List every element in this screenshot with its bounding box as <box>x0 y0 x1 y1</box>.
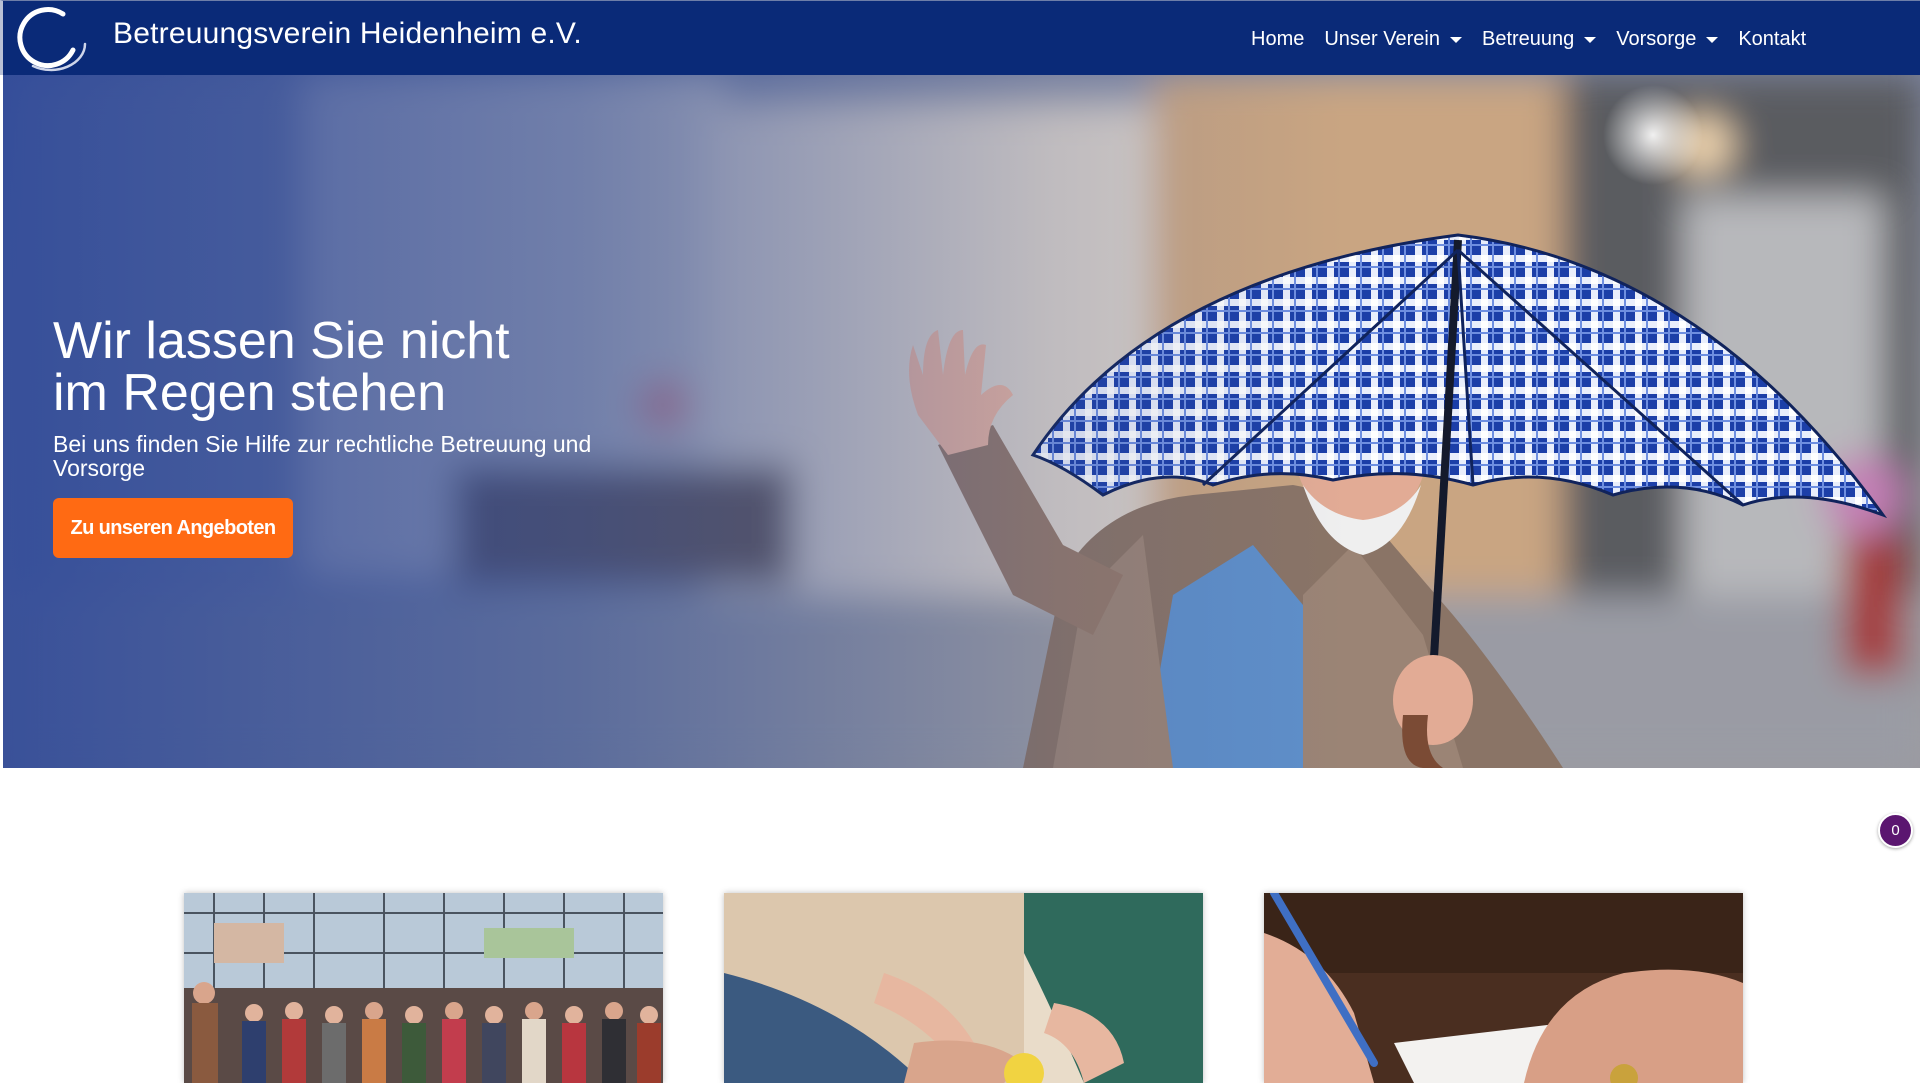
signing-document-photo <box>1264 893 1743 1083</box>
hero-title-line-2: im Regen stehen <box>53 364 447 422</box>
brand-name[interactable]: Betreuungsverein Heidenheim e.V. <box>113 17 582 51</box>
nav-label: Unser Verein <box>1324 27 1440 50</box>
top-navbar: Betreuungsverein Heidenheim e.V. Home Un… <box>0 0 1920 75</box>
holding-hands-photo <box>724 893 1203 1083</box>
nav-label: Kontakt <box>1738 27 1807 50</box>
nav-label: Betreuung <box>1481 27 1575 50</box>
nav-item-unser-verein[interactable]: Unser Verein <box>1324 28 1462 51</box>
nav-item-home[interactable]: Home <box>1251 28 1304 51</box>
nav-item-kontakt[interactable]: Kontakt <box>1738 28 1806 51</box>
caret-down-icon <box>1449 37 1462 43</box>
hero-title-line-1: Wir lassen Sie nicht <box>53 312 510 370</box>
caret-down-icon <box>1706 37 1719 43</box>
card-document-photo[interactable] <box>1264 893 1743 1083</box>
audience-photo <box>184 893 663 1083</box>
hero-subtitle: Bei uns finden Sie Hilfe zur rechtliche … <box>53 431 592 481</box>
hero-title: Wir lassen Sie nicht im Regen stehen <box>53 315 653 419</box>
nav-label: Vorsorge <box>1616 27 1697 50</box>
nav-item-vorsorge[interactable]: Vorsorge <box>1616 27 1719 51</box>
card-care-photo[interactable] <box>724 893 1203 1083</box>
nav-label: Home <box>1251 27 1305 50</box>
card-events-photo[interactable] <box>184 893 663 1083</box>
caret-down-icon <box>1584 37 1597 43</box>
cta-offers-button[interactable]: Zu unseren Angeboten <box>53 498 293 558</box>
crescent-ring-logo[interactable] <box>15 6 89 72</box>
notification-badge[interactable]: 0 <box>1878 813 1913 848</box>
nav-item-betreuung[interactable]: Betreuung <box>1481 27 1597 51</box>
main-nav: Home Unser Verein Betreuung Vorsorge Kon… <box>1251 26 1826 52</box>
hero-banner: Wir lassen Sie nicht im Regen stehen Bei… <box>3 75 1920 768</box>
